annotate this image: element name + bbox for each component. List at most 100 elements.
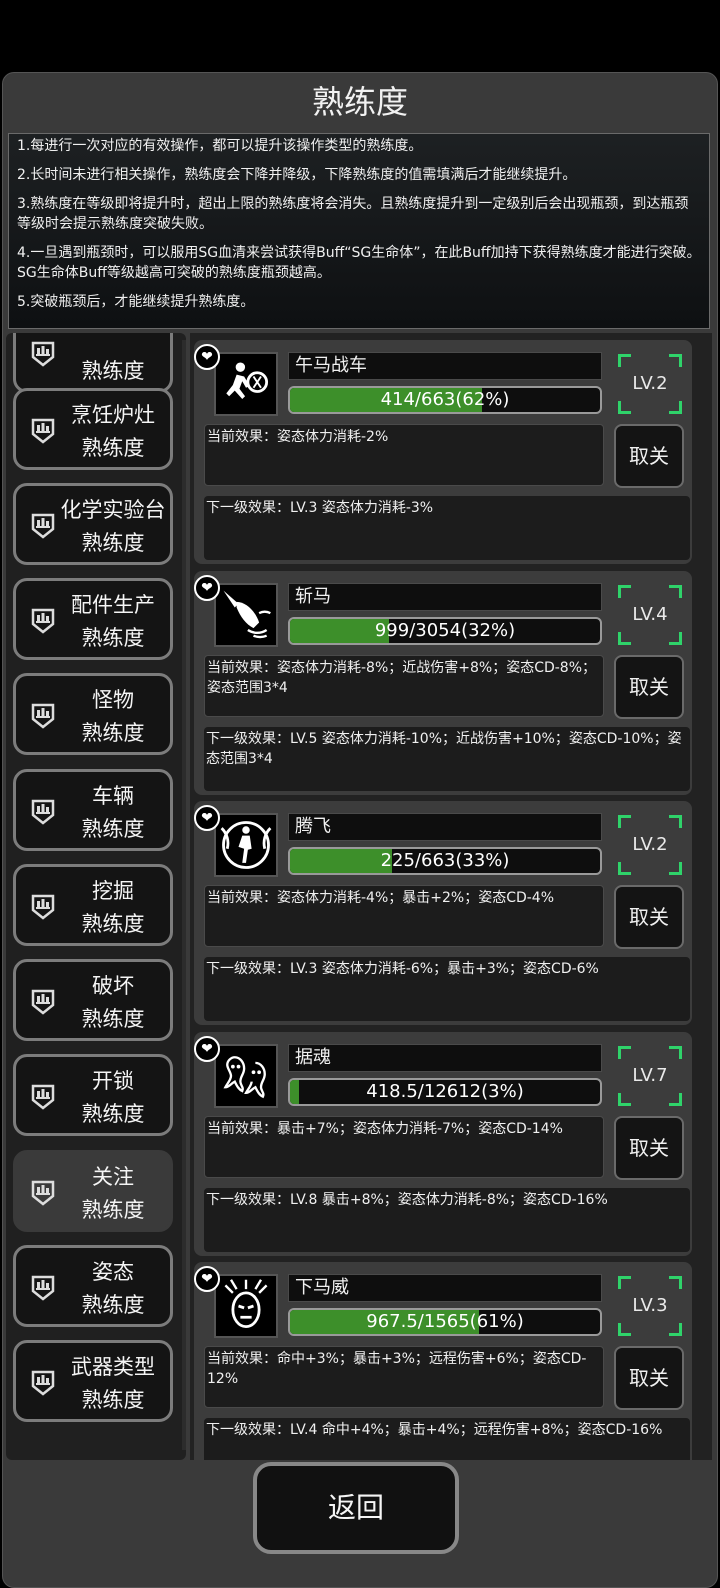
info-line: 1.每进行一次对应的有效操作，都可以提升该操作类型的熟练度。 bbox=[17, 138, 423, 154]
category-item[interactable]: 怪物 熟练度 bbox=[13, 673, 173, 755]
current-effect: 当前效果：暴击+7%；姿态体力消耗-7%；姿态CD-14% bbox=[204, 1116, 604, 1178]
category-label: 关注 bbox=[92, 1165, 134, 1189]
category-sublabel: 熟练度 bbox=[81, 1388, 145, 1412]
progress-bar: 418.5/12612(3%) bbox=[288, 1078, 602, 1106]
heart-icon[interactable]: ❤ bbox=[194, 344, 220, 370]
skill-icon bbox=[214, 1274, 278, 1338]
category-label: 姿态 bbox=[92, 1260, 134, 1284]
current-effect: 当前效果：姿态体力消耗-8%；近战伤害+8%；姿态CD-8%；姿态范围3*4 bbox=[204, 655, 604, 717]
level-badge: LV.4 bbox=[618, 585, 682, 645]
unfollow-button[interactable]: 取关 bbox=[614, 655, 684, 719]
progress-text: 418.5/12612(3%) bbox=[366, 1081, 524, 1102]
category-sublabel: 熟练度 bbox=[81, 1007, 145, 1031]
category-sublabel: 熟练度 bbox=[81, 436, 145, 460]
level-text: LV.3 bbox=[632, 1295, 668, 1316]
progress-text: 967.5/1565(61%) bbox=[366, 1311, 524, 1332]
level-badge: LV.7 bbox=[618, 1046, 682, 1106]
category-label: 烹饪炉灶 bbox=[71, 403, 155, 427]
unfollow-button[interactable]: 取关 bbox=[614, 885, 684, 949]
category-sublabel: 熟练度 bbox=[81, 817, 145, 841]
next-effect: 下一级效果：LV.4 命中+4%；暴击+4%；远程伤害+8%；姿态CD-16% bbox=[204, 1418, 690, 1460]
category-label: 挖掘 bbox=[92, 879, 134, 903]
info-line: 4.一旦遇到瓶颈时，可以服用SG血清来尝试获得Buff“SG生命体”，在此Buf… bbox=[17, 245, 701, 281]
category-label: 化学实验台 bbox=[60, 498, 166, 522]
category-item[interactable]: 开锁 熟练度 bbox=[13, 1054, 173, 1136]
category-item[interactable]: 破坏 熟练度 bbox=[13, 959, 173, 1041]
skill-card: ❤ 斩马 999/3054(32%) LV.4 当前效果：姿态体力消耗-8%；近战伤害+… bbox=[194, 571, 692, 795]
level-badge: LV.2 bbox=[618, 354, 682, 414]
current-effect: 当前效果：姿态体力消耗-4%；暴击+2%；姿态CD-4% bbox=[204, 885, 604, 947]
page-title: 熟练度 bbox=[311, 83, 408, 121]
category-item[interactable]: 烹饪炉灶 熟练度 bbox=[13, 388, 173, 470]
info-line: 5.突破瓶颈后，才能继续提升熟练度。 bbox=[17, 294, 255, 310]
heart-icon[interactable]: ❤ bbox=[194, 1036, 220, 1062]
category-sublabel: 熟练度 bbox=[81, 721, 145, 745]
category-sidebar[interactable]: 熟练度 烹饪炉灶 熟练度 化学实验台 熟练度 配件生产 熟练度 怪物 熟练度 车辆 熟练度 挖掘 熟练度… bbox=[6, 333, 186, 1460]
progress-bar: 225/663(33%) bbox=[288, 847, 602, 875]
category-item[interactable]: 配件生产 熟练度 bbox=[13, 578, 173, 660]
level-badge: LV.2 bbox=[618, 815, 682, 875]
level-text: LV.4 bbox=[632, 604, 668, 625]
unfollow-button[interactable]: 取关 bbox=[614, 424, 684, 488]
heart-icon[interactable]: ❤ bbox=[194, 1266, 220, 1292]
category-item[interactable]: 熟练度 bbox=[13, 333, 173, 393]
category-item[interactable]: 姿态 熟练度 bbox=[13, 1245, 173, 1327]
heart-icon[interactable]: ❤ bbox=[194, 805, 220, 831]
skill-icon bbox=[214, 813, 278, 877]
category-item[interactable]: 武器类型 熟练度 bbox=[13, 1340, 173, 1422]
skill-icon bbox=[214, 1044, 278, 1108]
unfollow-button[interactable]: 取关 bbox=[614, 1116, 684, 1180]
skill-name: 据魂 bbox=[288, 1044, 602, 1072]
category-label: 破坏 bbox=[92, 974, 134, 998]
category-item[interactable]: 关注 熟练度 bbox=[13, 1150, 173, 1232]
category-label: 配件生产 bbox=[71, 593, 155, 617]
info-line: 2.长时间未进行相关操作，熟练度会下降并降级，下降熟练度的值需填满后才能继续提升… bbox=[17, 167, 577, 183]
progress-text: 999/3054(32%) bbox=[374, 620, 516, 641]
back-button[interactable]: 返回 bbox=[253, 1462, 459, 1554]
progress-bar: 967.5/1565(61%) bbox=[288, 1308, 602, 1336]
skill-name: 午马战车 bbox=[288, 352, 602, 380]
skill-card: ❤ 据魂 418.5/12612(3%) LV.7 当前效果：暴击+7%；姿态体力消耗-… bbox=[194, 1032, 692, 1256]
next-effect: 下一级效果：LV.5 姿态体力消耗-10%；近战伤害+10%；姿态CD-10%；… bbox=[204, 727, 690, 791]
unfollow-button[interactable]: 取关 bbox=[614, 1346, 684, 1410]
category-sublabel: 熟练度 bbox=[81, 531, 145, 555]
category-sublabel: 熟练度 bbox=[81, 1198, 145, 1222]
category-label: 武器类型 bbox=[71, 1355, 155, 1379]
skill-card: ❤ 下马威 967.5/1565(61%) LV.3 当前效果：命中+3%；暴击+3%；… bbox=[194, 1262, 692, 1460]
skill-icon bbox=[214, 352, 278, 416]
sidebar-scrollbar[interactable] bbox=[182, 340, 186, 1450]
category-sublabel: 熟练度 bbox=[81, 912, 145, 936]
category-item[interactable]: 化学实验台 熟练度 bbox=[13, 483, 173, 565]
progress-text: 414/663(62%) bbox=[380, 389, 510, 410]
progress-bar: 999/3054(32%) bbox=[288, 617, 602, 645]
skill-card: ❤ 腾飞 225/663(33%) LV.2 当前效果：姿态体力消耗-4%；暴击+2%；… bbox=[194, 801, 692, 1025]
info-box: 1.每进行一次对应的有效操作，都可以提升该操作类型的熟练度。 2.长时间未进行相… bbox=[8, 133, 710, 329]
category-sublabel: 熟练度 bbox=[81, 1102, 145, 1126]
level-text: LV.2 bbox=[632, 834, 668, 855]
skill-icon bbox=[214, 583, 278, 647]
skill-list[interactable]: ❤ 午马战车 414/663(62%) LV.2 当前效果：姿态体力消耗-2% 取关 下一级… bbox=[190, 333, 712, 1460]
category-item[interactable]: 挖掘 熟练度 bbox=[13, 864, 173, 946]
progress-bar: 414/663(62%) bbox=[288, 386, 602, 414]
current-effect: 当前效果：命中+3%；暴击+3%；远程伤害+6%；姿态CD-12% bbox=[204, 1346, 604, 1408]
skill-name: 斩马 bbox=[288, 583, 602, 611]
next-effect: 下一级效果：LV.3 姿态体力消耗-3% bbox=[204, 496, 690, 560]
category-sublabel: 熟练度 bbox=[81, 359, 145, 383]
level-text: LV.2 bbox=[632, 373, 668, 394]
next-effect: 下一级效果：LV.3 姿态体力消耗-6%；暴击+3%；姿态CD-6% bbox=[204, 957, 690, 1021]
category-label: 怪物 bbox=[92, 688, 134, 712]
next-effect: 下一级效果：LV.8 暴击+8%；姿态体力消耗-8%；姿态CD-16% bbox=[204, 1188, 690, 1252]
category-sublabel: 熟练度 bbox=[81, 626, 145, 650]
progress-text: 225/663(33%) bbox=[380, 850, 510, 871]
current-effect: 当前效果：姿态体力消耗-2% bbox=[204, 424, 604, 486]
info-line: 3.熟练度在等级即将提升时，超出上限的熟练度将会消失。且熟练度提升到一定级别后会… bbox=[17, 196, 689, 232]
level-badge: LV.3 bbox=[618, 1276, 682, 1336]
level-text: LV.7 bbox=[632, 1065, 668, 1086]
category-item[interactable]: 车辆 熟练度 bbox=[13, 769, 173, 851]
category-sublabel: 熟练度 bbox=[81, 1293, 145, 1317]
heart-icon[interactable]: ❤ bbox=[194, 575, 220, 601]
skill-name: 下马威 bbox=[288, 1274, 602, 1302]
skill-name: 腾飞 bbox=[288, 813, 602, 841]
skill-card: ❤ 午马战车 414/663(62%) LV.2 当前效果：姿态体力消耗-2% 取关下一级… bbox=[194, 340, 692, 564]
category-label: 车辆 bbox=[92, 784, 134, 808]
